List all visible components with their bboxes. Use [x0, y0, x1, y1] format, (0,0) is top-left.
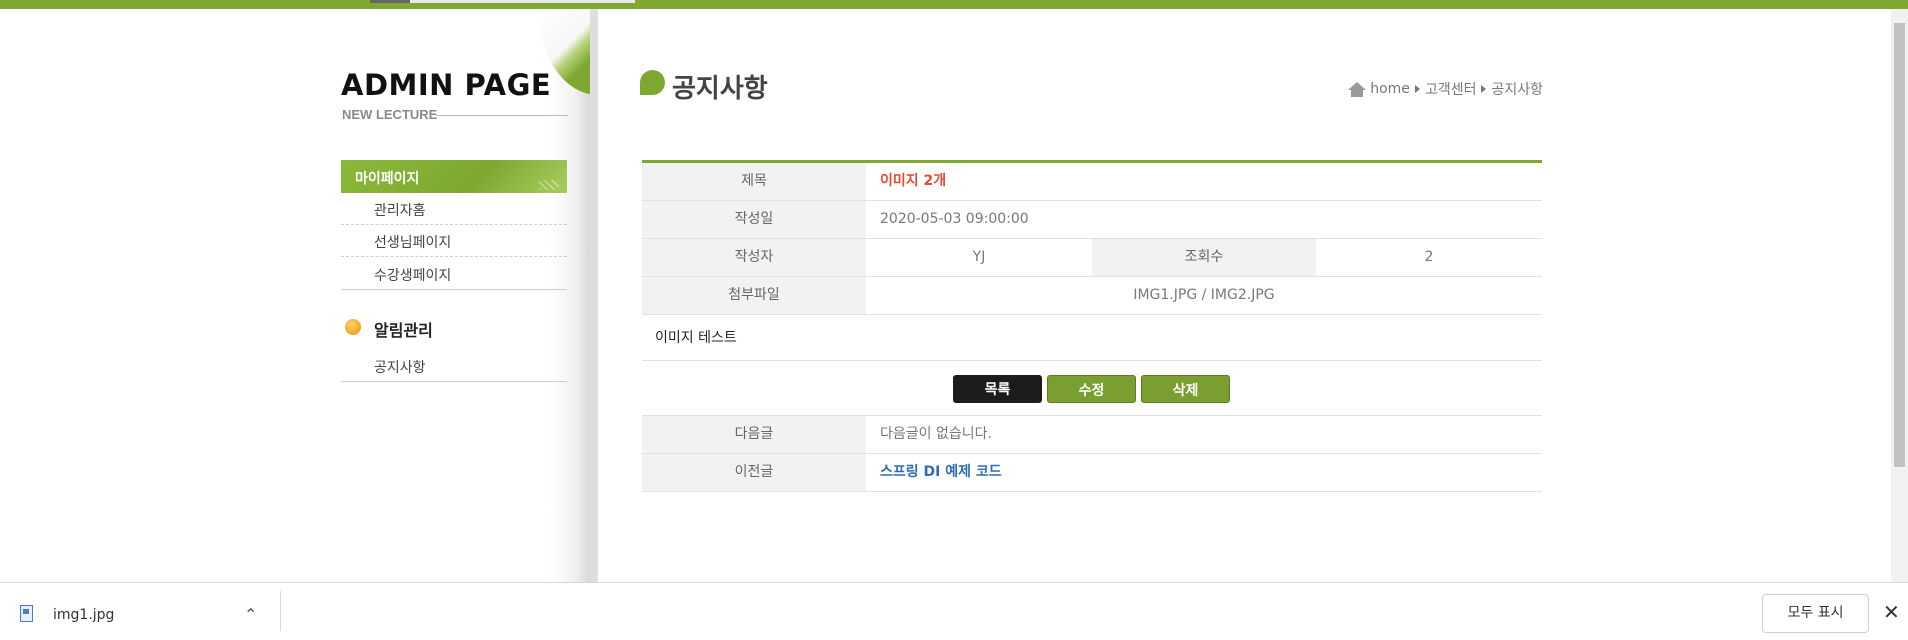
speech-bubble-icon: [640, 70, 665, 95]
prev-label: 이전글: [642, 454, 866, 491]
chevron-up-icon[interactable]: ⌃: [244, 605, 257, 624]
download-file-name[interactable]: img1.jpg: [53, 607, 114, 623]
page-title: 공지사항: [672, 74, 768, 104]
show-all-button[interactable]: 모두 표시: [1762, 594, 1869, 633]
image-file-icon: [20, 605, 33, 622]
next-label: 다음글: [642, 416, 866, 453]
admin-logo-subtitle: NEW LECTURE: [342, 107, 438, 122]
breadcrumb: home 고객센터 공지사항: [1348, 79, 1543, 99]
pattern-decoration: [539, 180, 559, 190]
author-row: 작성자 YJ 조회수 2: [642, 239, 1542, 277]
top-tab-marker: [370, 0, 410, 3]
sidebar-item-notice[interactable]: 공지사항: [341, 350, 567, 382]
breadcrumb-support[interactable]: 고객센터: [1425, 79, 1477, 99]
post-body-text: 이미지 테스트: [655, 330, 737, 346]
next-post-row: 다음글 다음글이 없습니다.: [642, 416, 1542, 454]
logo-divider: [436, 115, 568, 116]
date-row: 작성일 2020-05-03 09:00:00: [642, 201, 1542, 239]
prev-post-row: 이전글 스프링 DI 예제 코드: [642, 454, 1542, 492]
date-label: 작성일: [642, 201, 866, 238]
download-bar: img1.jpg ⌃ 모두 표시 ✕: [0, 582, 1908, 640]
sidebar-item-label: 공지사항: [374, 360, 426, 376]
edit-button[interactable]: 수정: [1047, 375, 1136, 403]
admin-logo-title[interactable]: ADMIN PAGE: [341, 68, 551, 102]
scrollbar-thumb[interactable]: [1894, 23, 1905, 467]
post-author: YJ: [972, 249, 986, 265]
views-label: 조회수: [1092, 239, 1316, 276]
sidebar-item-student[interactable]: 수강생페이지: [341, 258, 567, 290]
delete-button[interactable]: 삭제: [1141, 375, 1230, 403]
title-row: 제목 이미지 2개: [642, 163, 1542, 201]
top-accent-bar: [0, 0, 1908, 9]
sidebar-item-label: 관리자홈: [374, 203, 426, 219]
post-views: 2: [1424, 249, 1434, 265]
vertical-scrollbar[interactable]: [1891, 9, 1908, 582]
sidebar-item-label: 선생님페이지: [374, 235, 452, 251]
action-buttons: 목록 수정 삭제: [642, 361, 1542, 416]
bullet-icon: [345, 319, 361, 335]
sidebar-shadow: [590, 9, 598, 582]
breadcrumb-notice[interactable]: 공지사항: [1491, 79, 1543, 99]
sidebar-section-alerts[interactable]: 알림관리: [374, 317, 433, 341]
prev-post-link[interactable]: 스프링 DI 예제 코드: [880, 454, 1002, 491]
attachment-row: 첨부파일 IMG1.JPG / IMG2.JPG: [642, 277, 1542, 315]
sidebar-section-title: 마이페이지: [355, 171, 420, 187]
notice-detail-table: 제목 이미지 2개 작성일 2020-05-03 09:00:00 작성자 YJ…: [642, 160, 1542, 492]
author-label: 작성자: [642, 239, 866, 276]
download-separator: [280, 591, 281, 631]
home-icon[interactable]: [1348, 82, 1367, 97]
close-icon[interactable]: ✕: [1883, 600, 1900, 624]
title-label: 제목: [642, 163, 866, 200]
caret-right-icon: [1481, 85, 1487, 93]
sidebar-section-mypage[interactable]: 마이페이지: [341, 160, 567, 193]
caret-right-icon: [1414, 85, 1420, 93]
sidebar-item-teacher[interactable]: 선생님페이지: [341, 225, 567, 257]
attachment-label: 첨부파일: [642, 277, 866, 314]
breadcrumb-home[interactable]: home: [1370, 81, 1410, 97]
list-button[interactable]: 목록: [953, 375, 1042, 403]
next-post-value: 다음글이 없습니다.: [880, 426, 992, 442]
sidebar-item-label: 수강생페이지: [374, 268, 452, 284]
post-date: 2020-05-03 09:00:00: [880, 211, 1029, 227]
post-title: 이미지 2개: [880, 173, 947, 189]
attachment-links[interactable]: IMG1.JPG / IMG2.JPG: [866, 277, 1542, 314]
sidebar-item-admin-home[interactable]: 관리자홈: [341, 193, 567, 225]
post-body: 이미지 테스트: [642, 315, 1542, 361]
